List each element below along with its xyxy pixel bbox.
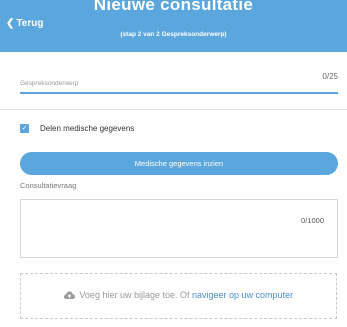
chevron-left-icon: ❮ — [6, 18, 15, 29]
view-medical-data-button[interactable]: Medische gegevens inzien — [20, 152, 338, 175]
question-label: Consultatievraag — [20, 181, 77, 190]
subject-input[interactable]: Gespreksonderwerp 0/25 — [20, 72, 338, 94]
share-medical-checkbox-row[interactable]: ✓ Delen medische gegevens — [20, 124, 134, 133]
subject-placeholder: Gespreksonderwerp — [20, 80, 79, 87]
question-counter: 0/1000 — [301, 216, 324, 225]
page-title: Nieuwe consultatie — [93, 0, 254, 14]
question-textarea[interactable]: 0/1000 — [20, 199, 338, 258]
subject-counter: 0/25 — [322, 72, 338, 81]
checkbox-checked-icon[interactable]: ✓ — [20, 124, 29, 133]
app-header: ❮ Terug Nieuwe consultatie (stap 2 van 2… — [0, 0, 347, 52]
browse-computer-link[interactable]: navigeer op uw computer — [192, 290, 293, 300]
divider — [0, 109, 347, 110]
attachment-text: Voeg hier uw bijlage toe. Of — [79, 290, 190, 300]
back-button[interactable]: ❮ Terug — [6, 18, 43, 29]
cloud-upload-icon — [63, 291, 75, 300]
back-label: Terug — [16, 18, 44, 29]
attachment-row: Voeg hier uw bijlage toe. Of navigeer op… — [21, 290, 336, 300]
share-medical-label: Delen medische gegevens — [40, 124, 135, 133]
attachment-dropzone[interactable]: Voeg hier uw bijlage toe. Of navigeer op… — [20, 273, 337, 319]
page-subtitle: (stap 2 van 2 Gespreksonderwerp) — [120, 31, 227, 38]
